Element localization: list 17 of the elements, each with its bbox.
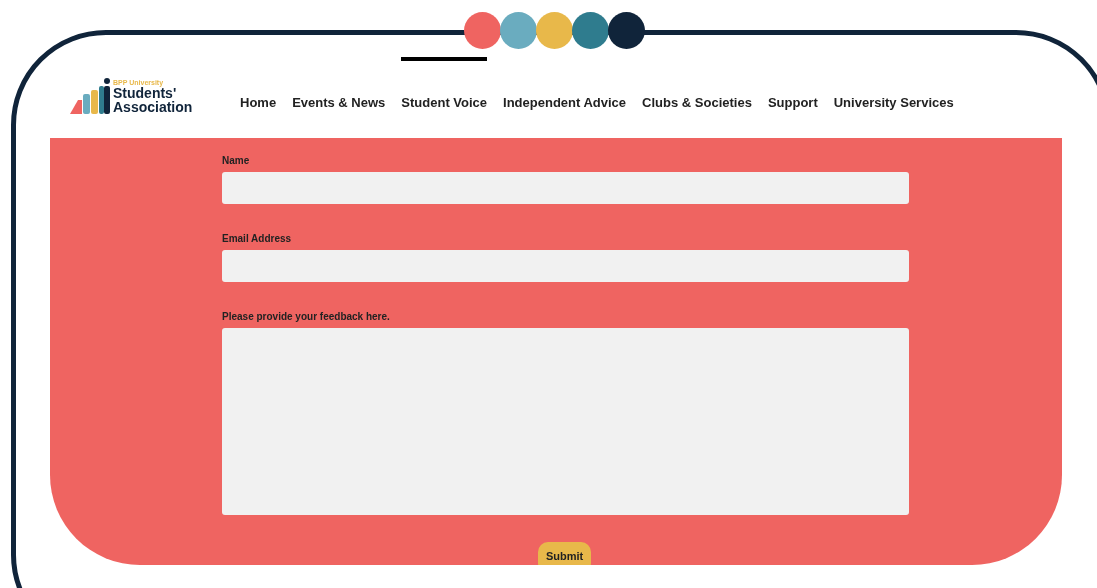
field-label: Name — [222, 155, 250, 166]
field-label: Email Address — [222, 233, 292, 244]
logo-text: Students' — [113, 86, 178, 100]
nav-link[interactable]: Support — [767, 57, 818, 113]
logo-text: Association — [113, 100, 193, 114]
nav-link[interactable]: Home — [240, 57, 277, 113]
feedback-textarea[interactable] — [222, 328, 909, 515]
nav-link[interactable]: Student Voice — [401, 57, 488, 113]
input-field[interactable] — [222, 250, 909, 282]
field-label: Please provide your feedback here. — [222, 311, 390, 322]
nav-link[interactable]: University Services — [833, 57, 954, 113]
nav-link[interactable]: Clubs & Societies — [642, 57, 752, 113]
submit-button[interactable]: Submit — [538, 542, 592, 565]
nav-link[interactable]: Events & News — [292, 57, 386, 113]
logo-bars-icon — [70, 78, 110, 114]
nav-link[interactable]: Independent Advice — [503, 57, 627, 113]
input-field[interactable] — [222, 172, 909, 204]
